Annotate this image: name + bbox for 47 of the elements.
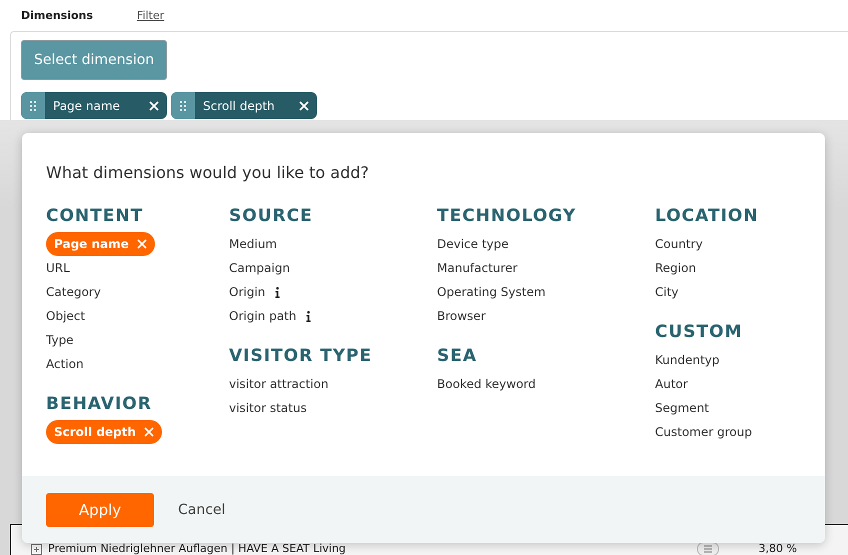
info-icon[interactable]	[275, 286, 280, 298]
dimension-option[interactable]: Kundentyp	[655, 353, 720, 367]
dimension-option[interactable]: visitor attraction	[229, 377, 328, 391]
drag-handle-icon[interactable]	[30, 100, 36, 110]
category-heading: SOURCE	[229, 205, 314, 228]
table-cell: 3,80 %	[758, 542, 797, 555]
category-heading: BEHAVIOR	[46, 393, 153, 416]
dimension-option[interactable]: visitor status	[229, 401, 307, 415]
dimension-option[interactable]: URL	[46, 261, 70, 275]
dialog-title: What dimensions would you like to add?	[46, 163, 370, 182]
category-heading: CUSTOM	[655, 321, 744, 344]
category-heading: CONTENT	[46, 205, 144, 228]
category-heading: TECHNOLOGY	[437, 205, 578, 228]
dimension-option[interactable]: Device type	[437, 237, 509, 251]
dimension-option[interactable]: Browser	[437, 309, 486, 323]
dimension-option[interactable]: Campaign	[229, 261, 290, 275]
tab[interactable]: Filter	[136, 9, 164, 22]
dimension-option[interactable]: Origin	[229, 285, 266, 299]
dimension-option[interactable]: Autor	[655, 377, 688, 391]
dimension-option[interactable]: Customer group	[655, 425, 752, 439]
info-icon[interactable]	[306, 310, 312, 322]
dimension-option[interactable]: City	[655, 285, 679, 299]
category-heading: VISITOR TYPE	[229, 345, 374, 368]
drag-handle-icon[interactable]	[180, 100, 186, 110]
dimension-option[interactable]: Region	[655, 261, 696, 275]
dimension-option[interactable]: Country	[655, 237, 703, 251]
table-cell: Premium Niedriglehner Auflagen | HAVE A SEAT Living	[48, 542, 346, 555]
dimension-option[interactable]: Segment	[655, 401, 709, 415]
close-icon[interactable]	[149, 100, 159, 110]
dimension-option[interactable]: Origin path	[229, 309, 296, 323]
dimension-option[interactable]: Action	[46, 357, 84, 371]
dimension-option[interactable]: Type	[46, 333, 74, 347]
chip-label: Page name	[52, 98, 121, 112]
dimension-option[interactable]: Booked keyword	[437, 377, 536, 391]
dimension-option[interactable]: Medium	[229, 237, 277, 251]
dimension-option[interactable]: Object	[46, 309, 86, 323]
list-icon[interactable]	[696, 542, 719, 555]
tab[interactable]: Dimensions	[21, 9, 93, 22]
category-heading: SEA	[437, 345, 478, 368]
dimension-option[interactable]: Category	[46, 285, 101, 299]
cancel-button[interactable]: Cancel	[172, 500, 232, 518]
dimension-option[interactable]: Manufacturer	[437, 261, 518, 275]
dimension-option[interactable]: Operating System	[437, 285, 546, 299]
expand-icon[interactable]	[31, 544, 42, 555]
chip-label: Scroll depth	[202, 98, 276, 112]
category-heading: LOCATION	[655, 205, 760, 228]
close-icon[interactable]	[299, 100, 309, 110]
